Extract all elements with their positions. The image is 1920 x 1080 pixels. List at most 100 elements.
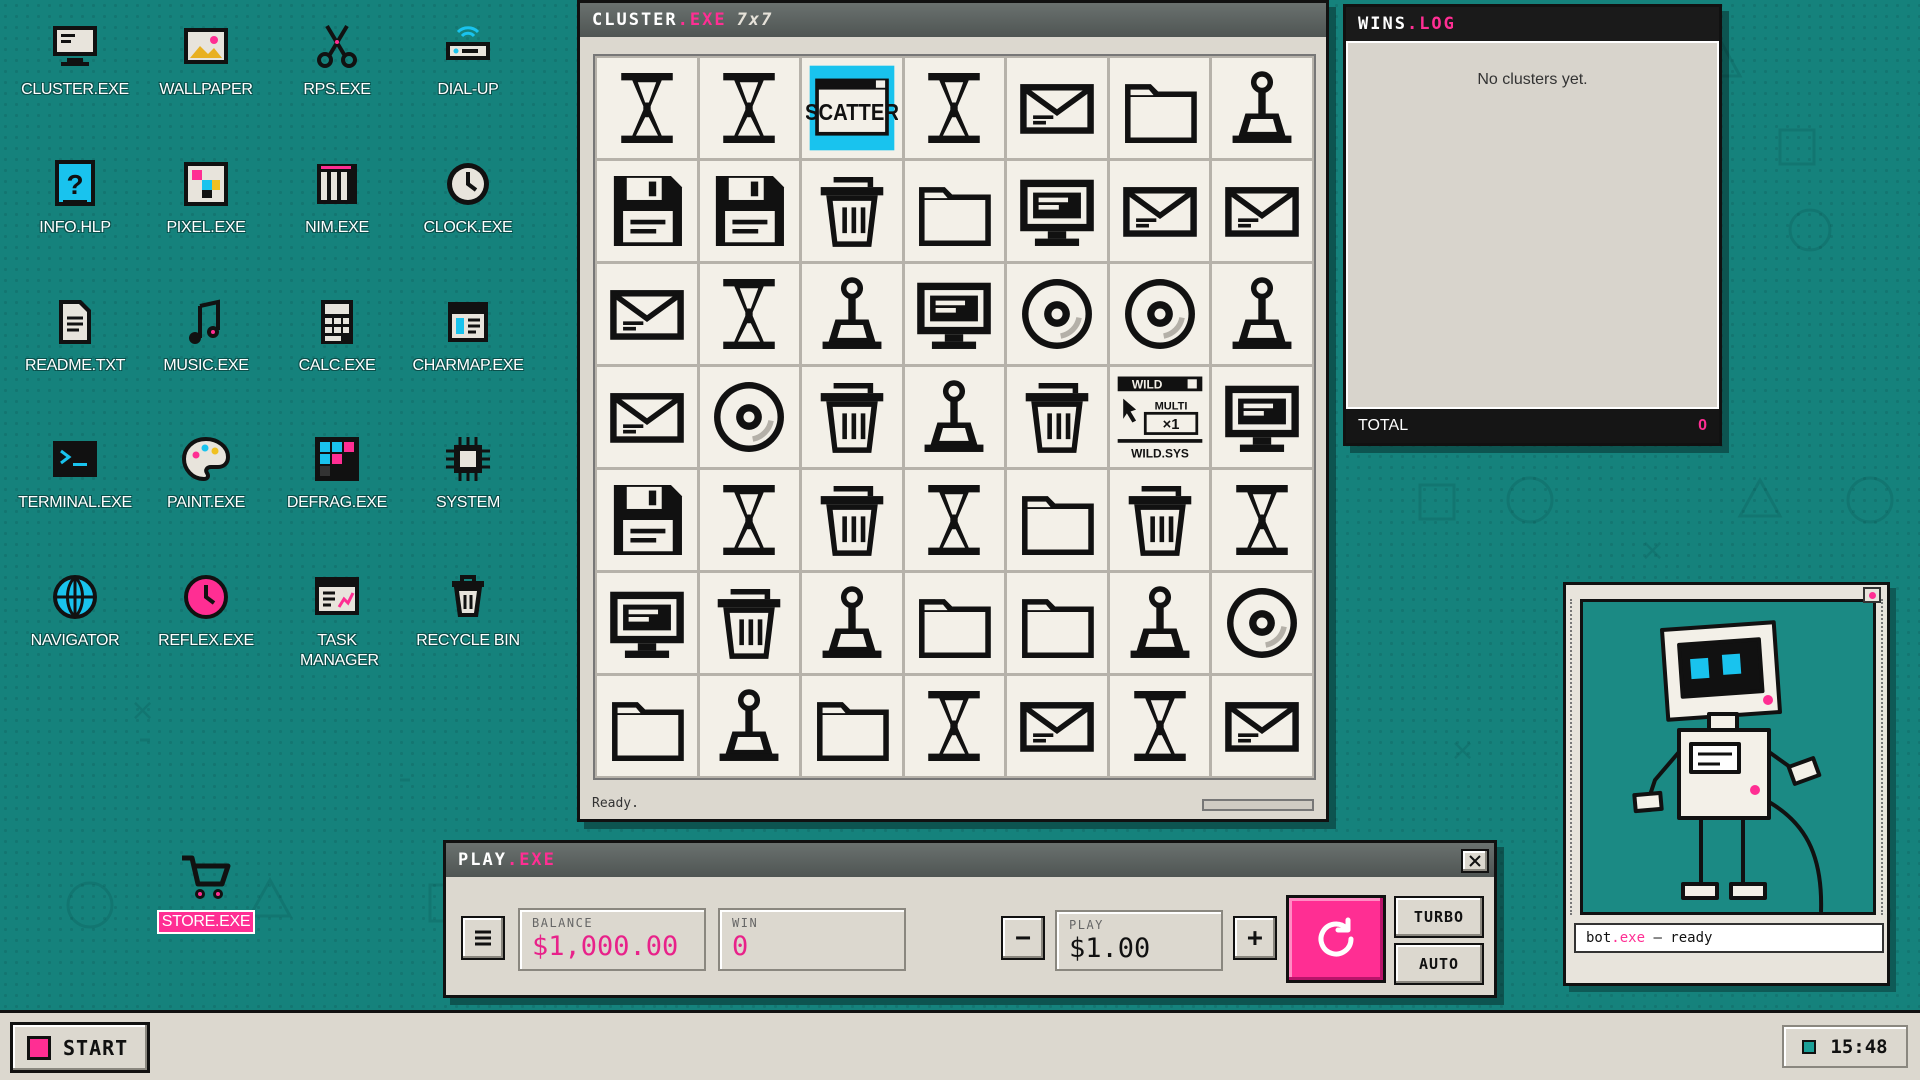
auto-button[interactable]: AUTO [1394, 943, 1484, 985]
grid-cell-r4-c6[interactable]: WILD MULTI ×1 WILD.SYS [1109, 367, 1210, 467]
grid-cell-r4-c7[interactable] [1212, 367, 1312, 467]
scatter-icon: SCATTER [806, 65, 898, 151]
desktop-icon-dial-up[interactable]: DIAL-UP [403, 18, 533, 100]
grid-cell-r7-c1[interactable] [597, 676, 697, 776]
grid-cell-r2-c7[interactable] [1212, 161, 1312, 261]
grid-cell-r6-c5[interactable] [1007, 573, 1107, 673]
grid-cell-r6-c1[interactable] [597, 573, 697, 673]
grid-cell-r3-c4[interactable] [904, 264, 1005, 364]
desktop-icon-calc-exe[interactable]: CALC.EXE [272, 294, 402, 376]
grid-cell-r4-c3[interactable] [802, 367, 902, 467]
grid-cell-r6-c6[interactable] [1109, 573, 1210, 673]
grid-cell-r2-c6[interactable] [1109, 161, 1210, 261]
grid-cell-r1-c1[interactable] [597, 58, 697, 158]
cluster-title-bar[interactable]: CLUSTER .EXE 7x7 [580, 3, 1326, 37]
grid-cell-r5-c3[interactable] [802, 470, 902, 570]
play-title-bar[interactable]: PLAY .EXE [446, 843, 1494, 877]
grid-cell-r5-c2[interactable] [699, 470, 800, 570]
grid-cell-r7-c3[interactable] [802, 676, 902, 776]
grid-cell-r7-c5[interactable] [1007, 676, 1107, 776]
grid-cell-r3-c1[interactable] [597, 264, 697, 364]
desktop-icon-info-hlp[interactable]: ? INFO.HLP [10, 156, 140, 238]
desktop-icon-music-exe[interactable]: MUSIC.EXE [141, 294, 271, 376]
grid-cell-r4-c4[interactable] [904, 367, 1005, 467]
desktop-icon-navigator[interactable]: NAVIGATOR [10, 569, 140, 651]
bet-increase-button[interactable]: + [1233, 916, 1277, 960]
desktop-icon-recycle-bin[interactable]: RECYCLE BIN [403, 569, 533, 651]
start-logo-icon [27, 1035, 51, 1060]
grid-cell-r1-c2[interactable] [699, 58, 800, 158]
desktop-icon-wallpaper[interactable]: WALLPAPER [141, 18, 271, 100]
start-button[interactable]: START [10, 1022, 150, 1073]
spin-button[interactable] [1286, 895, 1386, 983]
grid-cell-r7-c2[interactable] [699, 676, 800, 776]
grid-cell-r5-c1[interactable] [597, 470, 697, 570]
grid-cell-r5-c4[interactable] [904, 470, 1005, 570]
grid-cell-r3-c6[interactable] [1109, 264, 1210, 364]
menu-button[interactable] [461, 916, 505, 960]
grid-cell-r1-c4[interactable] [904, 58, 1005, 158]
grid-cell-r2-c4[interactable] [904, 161, 1005, 261]
desktop-icon-nim-exe[interactable]: NIM.EXE [272, 156, 402, 238]
grid-cell-r3-c3[interactable] [802, 264, 902, 364]
grid-cell-r4-c1[interactable] [597, 367, 697, 467]
desktop-icon-paint-exe[interactable]: PAINT.EXE [141, 431, 271, 513]
joystick-icon [822, 586, 882, 658]
grid-cell-r2-c3[interactable] [802, 161, 902, 261]
bet-decrease-button[interactable]: − [1001, 916, 1045, 960]
grid-cell-r1-c5[interactable] [1007, 58, 1107, 158]
grid-cell-r3-c2[interactable] [699, 264, 800, 364]
grid-cell-r4-c5[interactable] [1007, 367, 1107, 467]
desktop-icon-store-exe[interactable]: STORE.EXE [141, 848, 271, 934]
turbo-button[interactable]: TURBO [1394, 896, 1484, 938]
hourglass-icon [928, 691, 981, 761]
cluster-title-ext: .EXE [677, 10, 727, 30]
desktop-icon-defrag-exe[interactable]: DEFRAG.EXE [272, 431, 402, 513]
desktop-icon-clock-exe[interactable]: CLOCK.EXE [403, 156, 533, 238]
grid-cell-r5-c7[interactable] [1212, 470, 1312, 570]
grid-cell-r5-c6[interactable] [1109, 470, 1210, 570]
mail-icon [1225, 702, 1300, 752]
grid-cell-r5-c5[interactable] [1007, 470, 1107, 570]
win-display: WIN 0 [718, 908, 906, 971]
grid-cell-r4-c2[interactable] [699, 367, 800, 467]
grid-cell-r1-c7[interactable] [1212, 58, 1312, 158]
desktop-icon-pixel-exe[interactable]: PIXEL.EXE [141, 156, 271, 238]
cd-icon [1022, 279, 1093, 349]
hourglass-icon [1133, 691, 1186, 761]
play-close-button[interactable] [1461, 849, 1489, 873]
grid-cell-r7-c6[interactable] [1109, 676, 1210, 776]
desktop-icon-charmap-exe[interactable]: CHARMAP.EXE [403, 294, 533, 376]
grid-cell-r1-c3[interactable]: SCATTER [802, 58, 902, 158]
grid-cell-r6-c4[interactable] [904, 573, 1005, 673]
grid-cell-r2-c5[interactable] [1007, 161, 1107, 261]
desktop-icon-rps-exe[interactable]: RPS.EXE [272, 18, 402, 100]
task-manager-icon [309, 569, 365, 625]
system-clock[interactable]: 15:48 [1782, 1025, 1908, 1068]
help-icon: ? [47, 156, 103, 212]
hourglass-icon [928, 485, 981, 555]
refresh-icon [1318, 917, 1354, 957]
desktop-icon-cluster-exe[interactable]: CLUSTER.EXE [10, 18, 140, 100]
desktop-icon-system[interactable]: SYSTEM [403, 431, 533, 513]
cluster-progress-bar [1202, 799, 1314, 811]
grid-cell-r7-c7[interactable] [1212, 676, 1312, 776]
bot-window-corner-button[interactable] [1863, 587, 1881, 603]
grid-cell-r3-c7[interactable] [1212, 264, 1312, 364]
grid-cell-r6-c7[interactable] [1212, 573, 1312, 673]
desktop-icon-reflex-exe[interactable]: REFLEX.EXE [141, 569, 271, 651]
desktop-icon-task-manager[interactable]: TASK MANAGER [272, 569, 402, 671]
desktop-icon-readme-txt[interactable]: README.TXT [10, 294, 140, 376]
desktop-icon-label: PIXEL.EXE [166, 219, 246, 236]
grid-cell-r7-c4[interactable] [904, 676, 1005, 776]
desktop-icon-terminal-exe[interactable]: TERMINAL.EXE [10, 431, 140, 513]
grid-cell-r2-c2[interactable] [699, 161, 800, 261]
grid-cell-r1-c6[interactable] [1109, 58, 1210, 158]
grid-cell-r3-c5[interactable] [1007, 264, 1107, 364]
grid-cell-r6-c2[interactable] [699, 573, 800, 673]
svg-text:?: ? [66, 169, 83, 200]
svg-text:×: × [1640, 533, 1665, 568]
grid-cell-r6-c3[interactable] [802, 573, 902, 673]
grid-cell-r2-c1[interactable] [597, 161, 697, 261]
wins-title-bar[interactable]: WINS .LOG [1346, 7, 1719, 41]
